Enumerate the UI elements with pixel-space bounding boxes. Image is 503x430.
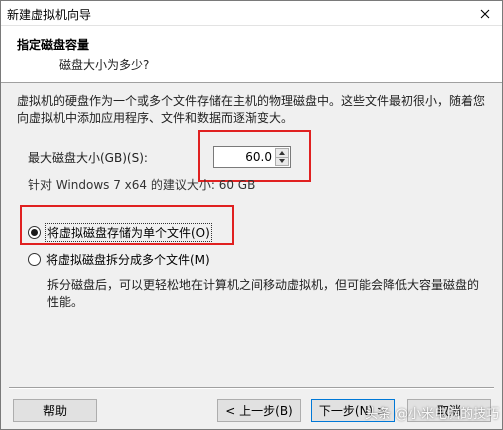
page-subtitle: 磁盘大小为多少? [59, 58, 150, 72]
close-button[interactable] [468, 1, 502, 26]
radio-selected-dot [31, 229, 38, 236]
radio-single-file[interactable] [28, 226, 41, 239]
title-bar: 新建虚拟机向导 [1, 1, 502, 26]
option-single-file-label[interactable]: 将虚拟磁盘存储为单个文件(O) [45, 223, 212, 242]
watermark: 头条 @小米电脑的技巧 [365, 407, 500, 422]
max-disk-size-label: 最大磁盘大小(GB)(S): [28, 151, 148, 165]
footer-divider [9, 387, 494, 389]
wizard-content: 虚拟机的硬盘作为一个或多个文件存储在主机的物理磁盘中。这些文件最初很小，随着您向… [1, 84, 502, 384]
radio-split-files[interactable] [28, 253, 41, 266]
recommended-size-text: 针对 Windows 7 x64 的建议大小: 60 GB [28, 178, 256, 192]
option-split-files[interactable]: 将虚拟磁盘拆分成多个文件(M) [28, 251, 210, 268]
help-button[interactable]: 帮助 [13, 399, 97, 422]
wizard-window: 新建虚拟机向导 指定磁盘容量 磁盘大小为多少? 虚拟机的硬盘作为一个或多个文件存… [0, 0, 503, 430]
wizard-header: 指定磁盘容量 磁盘大小为多少? [1, 26, 502, 83]
window-title: 新建虚拟机向导 [7, 8, 92, 22]
split-description: 拆分磁盘后，可以更轻松地在计算机之间移动虚拟机，但可能会降低大容量磁盘的性能。 [47, 278, 480, 309]
back-button[interactable]: < 上一步(B) [217, 399, 301, 422]
page-title: 指定磁盘容量 [17, 38, 90, 52]
close-icon [480, 9, 490, 18]
disk-description: 虚拟机的硬盘作为一个或多个文件存储在主机的物理磁盘中。这些文件最初很小，随着您向… [17, 94, 486, 125]
option-single-file[interactable]: 将虚拟磁盘存储为单个文件(O) [28, 223, 212, 242]
option-split-files-label[interactable]: 将虚拟磁盘拆分成多个文件(M) [46, 251, 210, 268]
size-highlight-box [198, 130, 311, 182]
